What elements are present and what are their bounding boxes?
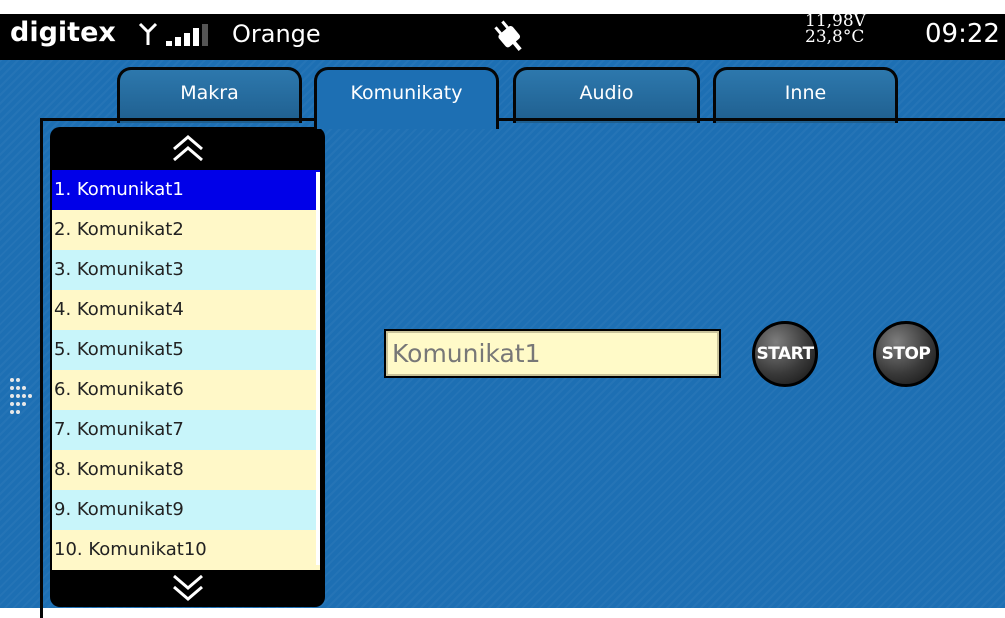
tab-makra[interactable]: Makra <box>117 67 302 123</box>
main-panel: Makra Komunikaty Audio Inne 1. Komunikat… <box>0 60 1005 618</box>
list-item[interactable]: 1. Komunikat1 <box>52 170 320 210</box>
tab-label: Inne <box>784 82 827 104</box>
list-item[interactable]: 10. Komunikat10 <box>52 530 320 570</box>
scroll-down-button[interactable] <box>50 567 325 609</box>
double-chevron-down-icon <box>172 574 203 601</box>
double-chevron-up-icon <box>172 135 203 162</box>
temperature-value: 23,8°C <box>805 27 865 47</box>
tab-label: Makra <box>180 82 239 104</box>
list-item[interactable]: 8. Komunikat8 <box>52 450 320 490</box>
brand-logo: digitex <box>10 17 116 48</box>
plug-icon <box>494 20 522 51</box>
tab-komunikaty[interactable]: Komunikaty <box>314 67 499 129</box>
stop-label: STOP <box>881 344 931 364</box>
tab-inne[interactable]: Inne <box>713 67 898 123</box>
signal-bars-icon <box>166 24 208 46</box>
list-item[interactable]: 7. Komunikat7 <box>52 410 320 450</box>
list-item[interactable]: 9. Komunikat9 <box>52 490 320 530</box>
list-item[interactable]: 6. Komunikat6 <box>52 370 320 410</box>
list-item[interactable]: 2. Komunikat2 <box>52 210 320 250</box>
message-list-panel: 1. Komunikat1 2. Komunikat2 3. Komunikat… <box>50 127 325 607</box>
start-button[interactable]: START <box>752 321 818 387</box>
message-list: 1. Komunikat1 2. Komunikat2 3. Komunikat… <box>52 170 320 570</box>
operator-name: Orange <box>232 20 321 48</box>
power-readout: 11,98V 23,8°C <box>805 13 866 47</box>
scroll-up-button[interactable] <box>50 127 325 169</box>
list-scrollbar[interactable] <box>316 172 320 565</box>
clock: 09:22 <box>925 19 1000 49</box>
stop-button[interactable]: STOP <box>873 321 939 387</box>
tab-audio[interactable]: Audio <box>513 67 700 123</box>
status-bar-inner: digitex Orange 11,98V 23,8°C 09:22 <box>0 13 1005 60</box>
start-label: START <box>756 344 814 364</box>
list-item[interactable]: 5. Komunikat5 <box>52 330 320 370</box>
message-name-field[interactable] <box>384 329 721 378</box>
list-item[interactable]: 3. Komunikat3 <box>52 250 320 290</box>
status-bar: digitex Orange 11,98V 23,8°C 09:22 <box>0 0 1005 60</box>
antenna-icon <box>138 22 158 45</box>
list-item[interactable]: 4. Komunikat4 <box>52 290 320 330</box>
tab-label: Komunikaty <box>350 82 463 104</box>
drag-handle-icon[interactable] <box>8 376 34 422</box>
tab-label: Audio <box>579 82 634 104</box>
